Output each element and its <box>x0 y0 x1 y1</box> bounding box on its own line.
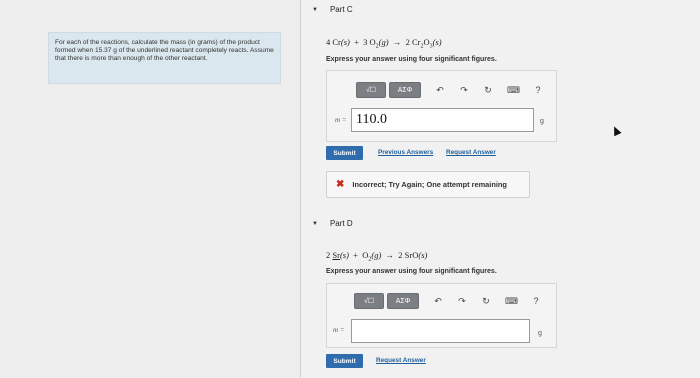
caret-down-icon: ▼ <box>312 220 318 227</box>
templates-button[interactable]: √☐ <box>356 82 386 98</box>
error-icon: ✖ <box>336 179 345 190</box>
feedback-text: Incorrect; Try Again; One attempt remain… <box>352 180 507 189</box>
feedback-box: ✖ Incorrect; Try Again; One attempt rema… <box>326 171 530 198</box>
help-icon[interactable]: ? <box>533 85 543 95</box>
part-d-answer-input[interactable] <box>351 319 530 343</box>
part-c-unit: g <box>540 118 544 125</box>
left-panel: For each of the reactions, calculate the… <box>0 0 300 378</box>
part-c-prompt: Express your answer using four significa… <box>326 56 497 63</box>
part-d-submit-button[interactable]: Submit <box>326 354 363 368</box>
part-c-request-answer-link[interactable]: Request Answer <box>446 149 496 156</box>
undo-icon[interactable]: ↶ <box>435 85 445 96</box>
undo-icon[interactable]: ↶ <box>433 296 443 307</box>
redo-icon[interactable]: ↷ <box>457 296 467 307</box>
part-c-title: Part C <box>329 5 353 14</box>
redo-icon[interactable]: ↷ <box>459 85 469 96</box>
part-c-reaction: 4 Cr(s) + 3 O2(g) → 2 Cr2O3(s) <box>326 37 442 50</box>
part-c-header[interactable]: ▼ Part C <box>312 5 353 14</box>
symbols-button[interactable]: ΑΣΦ <box>389 82 421 98</box>
part-d-reaction: 2 Sr(s) + O2(g) → 2 SrO(s) <box>326 250 428 263</box>
part-d-variable-label: m = <box>333 326 345 334</box>
part-d-request-answer-link[interactable]: Request Answer <box>376 357 426 364</box>
instructions-box: For each of the reactions, calculate the… <box>48 32 281 84</box>
part-d-prompt: Express your answer using four significa… <box>326 268 497 275</box>
previous-answers-link[interactable]: Previous Answers <box>378 149 433 156</box>
part-c-submit-button[interactable]: Submit <box>326 146 363 160</box>
symbols-button[interactable]: ΑΣΦ <box>387 293 419 309</box>
caret-down-icon: ▼ <box>312 6 318 13</box>
instructions-text: For each of the reactions, calculate the… <box>55 39 274 63</box>
reset-icon[interactable]: ↻ <box>481 296 491 307</box>
reset-icon[interactable]: ↻ <box>483 85 493 96</box>
keyboard-icon[interactable]: ⌨ <box>507 85 520 96</box>
part-c-toolbar: √☐ ΑΣΦ ↶ ↷ ↻ ⌨ ? <box>356 81 543 99</box>
templates-button[interactable]: √☐ <box>354 293 384 309</box>
part-d-unit: g <box>538 330 542 337</box>
part-d-toolbar: √☐ ΑΣΦ ↶ ↷ ↻ ⌨ ? <box>354 292 541 310</box>
part-c-variable-label: m = <box>335 116 347 124</box>
part-d-title: Part D <box>329 219 353 228</box>
part-c-answer-input[interactable]: 110.0 <box>351 108 534 132</box>
help-icon[interactable]: ? <box>531 296 541 306</box>
part-d-header[interactable]: ▼ Part D <box>312 219 353 228</box>
keyboard-icon[interactable]: ⌨ <box>505 296 518 307</box>
